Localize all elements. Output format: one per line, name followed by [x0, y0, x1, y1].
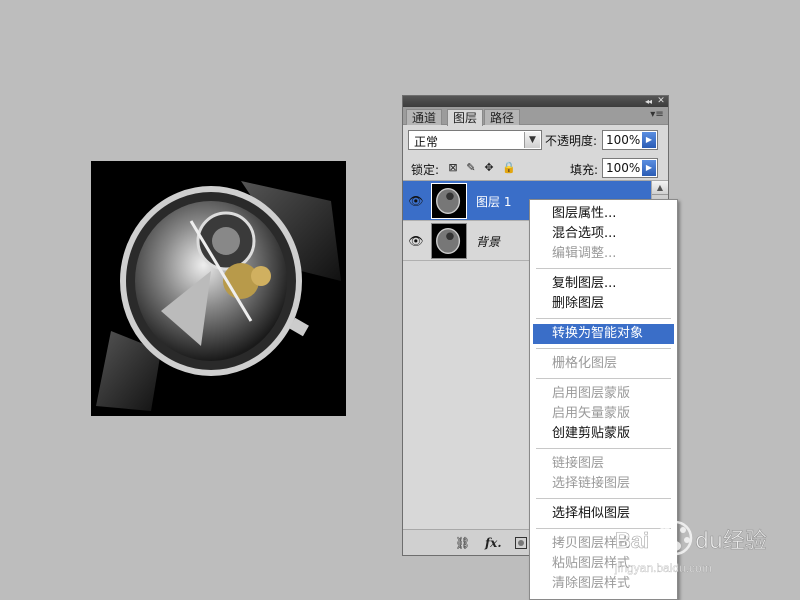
fill-value: 100%	[606, 161, 641, 175]
fill-field[interactable]: 100% ▶	[602, 158, 658, 178]
canvas-watch-image[interactable]	[91, 161, 346, 416]
menu-item-select-similar-layers[interactable]: 选择相似图层	[533, 504, 674, 524]
lock-image-pixels-icon[interactable]: ✎	[465, 162, 477, 174]
menu-item-convert-to-smart-object[interactable]: 转换为智能对象	[533, 324, 674, 344]
fill-arrow-icon[interactable]: ▶	[642, 160, 656, 176]
menu-item-rasterize-layer: 栅格化图层	[552, 356, 618, 371]
menu-separator	[536, 498, 671, 499]
lock-position-icon[interactable]: ✥	[483, 162, 495, 174]
menu-separator	[536, 528, 671, 529]
panel-tabs: 通道 图层 路径 ▾≡	[403, 107, 668, 126]
watch-illustration	[96, 181, 341, 411]
eye-icon[interactable]: 👁	[407, 233, 425, 249]
tab-paths[interactable]: 路径	[484, 109, 521, 125]
tab-layers[interactable]: 图层	[447, 109, 484, 126]
menu-item-enable-vector-mask: 启用矢量蒙版	[552, 406, 631, 421]
add-mask-icon[interactable]	[515, 537, 527, 549]
layer-thumbnail	[431, 183, 467, 219]
layer-context-menu: 图层属性... 混合选项... 编辑调整... 复制图层... 删除图层 转换为…	[529, 199, 678, 600]
menu-item-delete-layer[interactable]: 删除图层	[533, 294, 674, 314]
menu-item-create-clipping-mask[interactable]: 创建剪贴蒙版	[533, 424, 674, 444]
blend-mode-select[interactable]: 正常 ▼	[408, 130, 542, 150]
menu-item-clear-layer-style: 清除图层样式	[552, 576, 631, 591]
menu-item-edit-adjustment: 编辑调整...	[552, 246, 617, 261]
lock-label: 锁定:	[411, 163, 440, 177]
panel-menu-icon[interactable]: ▾≡	[650, 109, 664, 121]
menu-separator	[536, 448, 671, 449]
opacity-label: 不透明度:	[545, 134, 598, 148]
close-panel-icon[interactable]: ✕	[656, 96, 666, 107]
blend-mode-value: 正常	[414, 135, 439, 149]
opacity-field[interactable]: 100% ▶	[602, 130, 658, 150]
menu-separator	[536, 348, 671, 349]
menu-separator	[536, 378, 671, 379]
lock-transparent-pixels-icon[interactable]: ⊠	[447, 162, 459, 174]
menu-item-copy-layer-style: 拷贝图层样式	[552, 536, 631, 551]
menu-item-enable-layer-mask: 启用图层蒙版	[552, 386, 631, 401]
layer-thumbnail	[431, 223, 467, 259]
lock-row: 锁定: ⊠ ✎ ✥ 🔒 填充: 100% ▶	[403, 155, 668, 181]
layer-name: 背景	[476, 235, 501, 249]
layer-name: 图层 1	[476, 195, 512, 209]
lock-all-icon[interactable]: 🔒	[502, 162, 516, 174]
menu-item-layer-properties[interactable]: 图层属性...	[533, 204, 674, 224]
panel-titlebar[interactable]: ◂◂ ✕	[403, 96, 668, 107]
menu-item-blending-options[interactable]: 混合选项...	[533, 224, 674, 244]
menu-separator	[536, 318, 671, 319]
menu-item-link-layers: 链接图层	[552, 456, 605, 471]
photoshop-workspace: ◂◂ ✕ 通道 图层 路径 ▾≡ 正常 ▼ 不透明度: 100% ▶ 锁定: ⊠…	[0, 0, 800, 600]
scroll-up-icon[interactable]: ▲	[652, 181, 668, 195]
tab-channels[interactable]: 通道	[406, 109, 443, 125]
svg-text:du经验: du经验	[695, 529, 767, 554]
opacity-arrow-icon[interactable]: ▶	[642, 132, 656, 148]
layer-style-icon[interactable]: fx.	[485, 535, 502, 551]
blend-row: 正常 ▼ 不透明度: 100% ▶	[403, 125, 668, 155]
menu-item-select-linked-layers: 选择链接图层	[552, 476, 631, 491]
menu-item-duplicate-layer[interactable]: 复制图层...	[533, 274, 674, 294]
fill-label: 填充:	[570, 163, 599, 177]
opacity-value: 100%	[606, 133, 641, 147]
chevron-down-icon[interactable]: ▼	[524, 132, 540, 148]
link-layers-icon[interactable]: ⛓	[455, 535, 470, 551]
menu-separator	[536, 268, 671, 269]
collapse-panel-icon[interactable]: ◂◂	[642, 96, 654, 107]
eye-icon[interactable]: 👁	[407, 193, 425, 209]
menu-item-paste-layer-style: 粘贴图层样式	[552, 556, 631, 571]
